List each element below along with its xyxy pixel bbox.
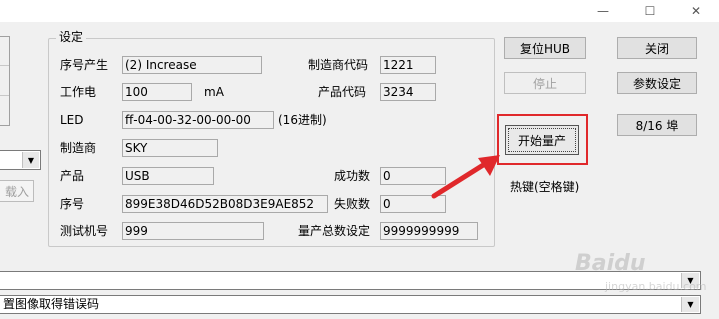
load-button[interactable]: 载入 <box>0 180 34 202</box>
vendor-code-field[interactable]: 1221 <box>380 56 436 74</box>
minimize-button[interactable]: — <box>580 0 626 22</box>
serial-field[interactable]: 899E38D46D52B08D3E9AE852 <box>122 195 328 213</box>
left-dropdown[interactable]: ▼ <box>0 150 41 170</box>
baidu-watermark: Baidu jingyan.baidu.com <box>575 250 707 310</box>
close-icon: ✕ <box>690 4 702 18</box>
current-unit: mA <box>204 85 224 99</box>
serial-gen-label: 序号产生 <box>60 58 109 72</box>
product-label: 产品 <box>60 169 85 183</box>
stop-button[interactable]: 停止 <box>504 72 586 94</box>
total-count-field[interactable]: 9999999999 <box>380 222 478 240</box>
divider <box>0 95 9 96</box>
test-id-label: 测试机号 <box>60 224 109 238</box>
params-button[interactable]: 参数设定 <box>617 72 697 94</box>
annotation-arrow-icon <box>431 155 500 199</box>
close-window-button[interactable]: ✕ <box>673 0 719 22</box>
maximize-button[interactable]: ☐ <box>627 0 673 22</box>
led-field[interactable]: ff-04-00-32-00-00-00 <box>122 111 274 129</box>
test-id-field[interactable]: 999 <box>122 222 264 240</box>
serial-label: 序号 <box>60 197 85 211</box>
product-field[interactable]: USB <box>122 167 214 185</box>
left-panel-frame <box>0 36 10 126</box>
close-button[interactable]: 关闭 <box>617 37 697 59</box>
divider <box>0 65 9 66</box>
maximize-icon: ☐ <box>644 4 656 18</box>
manufacturer-field[interactable]: SKY <box>122 139 218 157</box>
serial-gen-field[interactable]: (2) Increase <box>122 56 262 74</box>
reset-hub-button[interactable]: 复位HUB <box>504 37 586 59</box>
watermark-logo: Baidu <box>575 251 646 276</box>
highlight-box <box>497 114 588 165</box>
product-code-field[interactable]: 3234 <box>380 83 436 101</box>
current-label: 工作电 <box>60 85 97 99</box>
success-count-label: 成功数 <box>334 169 371 183</box>
vendor-code-label: 制造商代码 <box>308 58 369 72</box>
fail-count-label: 失败数 <box>334 197 371 211</box>
total-count-label: 量产总数设定 <box>298 224 371 238</box>
product-code-label: 产品代码 <box>318 85 367 99</box>
led-hex-suffix: (16进制) <box>278 113 327 127</box>
led-label: LED <box>60 113 84 127</box>
minimize-icon: — <box>597 4 609 18</box>
hotkey-label: 热键(空格键) <box>510 180 580 194</box>
settings-group-title: 设定 <box>56 29 87 45</box>
ports-button[interactable]: 8/16 埠 <box>617 114 697 136</box>
error-code-dropdown-value: 置图像取得错误码 <box>3 297 100 311</box>
manufacturer-label: 制造商 <box>60 141 97 155</box>
current-field[interactable]: 100 <box>122 83 192 101</box>
chevron-down-icon[interactable]: ▼ <box>22 152 39 168</box>
watermark-url: jingyan.baidu.com <box>605 280 707 293</box>
